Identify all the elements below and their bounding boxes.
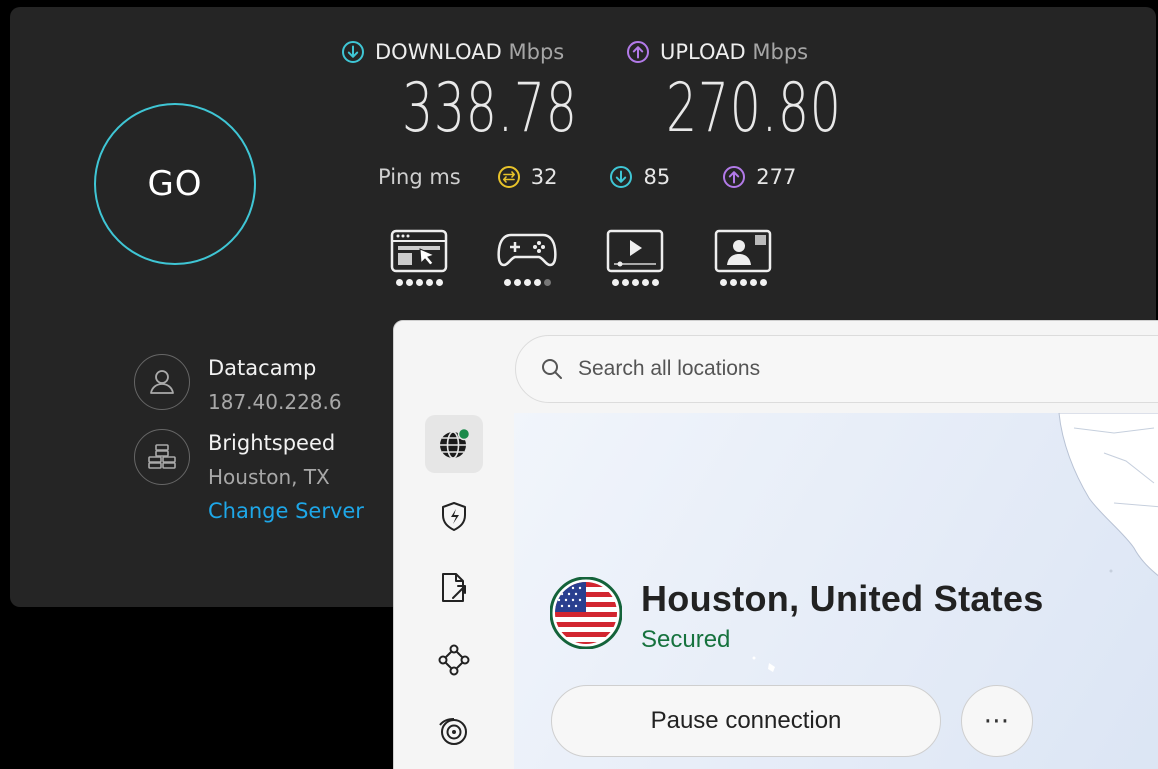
rating-dot-filled bbox=[395, 279, 403, 286]
change-server-link[interactable]: Change Server bbox=[208, 499, 364, 523]
file-share-icon bbox=[442, 573, 466, 602]
rating-dot-filled bbox=[641, 279, 649, 286]
rating-dot-filled bbox=[749, 279, 757, 286]
search-icon bbox=[542, 359, 562, 379]
video-call-icon bbox=[714, 229, 772, 273]
download-header: DOWNLOAD Mbps bbox=[341, 40, 564, 64]
go-button[interactable]: GO bbox=[94, 103, 256, 265]
server-location: Houston, TX bbox=[208, 465, 330, 489]
video-streaming-icon bbox=[606, 229, 664, 273]
download-label: DOWNLOAD bbox=[375, 40, 502, 64]
pause-connection-label: Pause connection bbox=[650, 707, 842, 734]
rating-dot-filled bbox=[759, 279, 767, 286]
upload-unit: Mbps bbox=[752, 40, 809, 64]
ping-idle-value: 32 bbox=[530, 165, 558, 189]
rating-dot-filled bbox=[719, 279, 727, 286]
ping-upload-value: 277 bbox=[756, 165, 797, 189]
rating-dot-filled bbox=[503, 279, 511, 286]
rating-dot-empty bbox=[543, 279, 551, 286]
ping-row: Ping ms 32 85 277 bbox=[378, 165, 796, 189]
sidebar-item-dark-web-monitor[interactable] bbox=[425, 703, 483, 761]
vpn-window: Houston, United States Secured Pause con… bbox=[393, 320, 1158, 769]
download-arrow-icon bbox=[610, 166, 633, 188]
rating-dot-filled bbox=[405, 279, 413, 286]
provider-name: Datacamp bbox=[208, 356, 317, 380]
ping-label: Ping ms bbox=[378, 165, 461, 189]
sidebar-item-file-share[interactable] bbox=[425, 559, 483, 617]
globe-icon bbox=[440, 427, 471, 459]
upload-value: 270.80 bbox=[666, 69, 842, 148]
rating-dot-filled bbox=[435, 279, 443, 286]
download-unit: Mbps bbox=[508, 40, 565, 64]
download-value: 338.78 bbox=[402, 69, 578, 148]
activity-gaming bbox=[497, 229, 557, 286]
server-icon bbox=[134, 429, 190, 485]
rating-dot-filled bbox=[631, 279, 639, 286]
sidebar-item-locations[interactable] bbox=[425, 415, 483, 473]
upload-header: UPLOAD Mbps bbox=[626, 40, 808, 64]
rating-dots bbox=[611, 279, 659, 286]
us-flag-icon bbox=[549, 576, 623, 650]
connection-status: Secured bbox=[641, 626, 731, 653]
more-options-button[interactable]: ⋯ bbox=[961, 685, 1033, 757]
ping-idle-icon bbox=[497, 166, 520, 188]
dark-web-monitor-icon bbox=[439, 718, 467, 745]
search-bar[interactable] bbox=[515, 335, 1158, 403]
provider-ip: 187.40.228.6 bbox=[208, 390, 342, 414]
rating-dot-filled bbox=[523, 279, 531, 286]
rating-dot-filled bbox=[651, 279, 659, 286]
upload-arrow-icon bbox=[723, 166, 746, 188]
more-options-icon: ⋯ bbox=[983, 706, 1011, 736]
server-info: Brightspeed Houston, TX Change Server bbox=[134, 429, 364, 523]
vpn-sidebar bbox=[394, 413, 514, 769]
download-arrow-icon bbox=[342, 41, 364, 63]
rating-dot-filled bbox=[739, 279, 747, 286]
provider-info: Datacamp 187.40.228.6 bbox=[134, 354, 342, 414]
meshnet-icon bbox=[438, 644, 470, 676]
server-name: Brightspeed bbox=[208, 431, 336, 455]
ping-download-value: 85 bbox=[643, 165, 671, 189]
sidebar-item-meshnet[interactable] bbox=[425, 631, 483, 689]
web-browsing-icon bbox=[390, 229, 448, 273]
rating-dot-filled bbox=[415, 279, 423, 286]
rating-dot-filled bbox=[513, 279, 521, 286]
activity-ratings bbox=[390, 229, 772, 286]
activity-web-browsing bbox=[390, 229, 448, 286]
activity-video-streaming bbox=[606, 229, 664, 286]
upload-label: UPLOAD bbox=[660, 40, 746, 64]
rating-dots bbox=[503, 279, 551, 286]
rating-dot-filled bbox=[533, 279, 541, 286]
threat-protection-icon bbox=[442, 502, 466, 531]
rating-dot-filled bbox=[611, 279, 619, 286]
ping-idle: 32 bbox=[497, 165, 558, 189]
sidebar-item-threat-protection[interactable] bbox=[425, 487, 483, 545]
rating-dot-filled bbox=[425, 279, 433, 286]
rating-dots bbox=[395, 279, 443, 286]
go-label: GO bbox=[147, 164, 203, 204]
rating-dot-filled bbox=[729, 279, 737, 286]
user-icon bbox=[134, 354, 190, 410]
ping-download: 85 bbox=[609, 165, 670, 189]
rating-dot-filled bbox=[621, 279, 629, 286]
gaming-icon bbox=[497, 233, 557, 267]
rating-dots bbox=[719, 279, 767, 286]
ping-upload: 277 bbox=[722, 165, 796, 189]
connection-location: Houston, United States bbox=[641, 578, 1044, 619]
pause-connection-button[interactable]: Pause connection bbox=[551, 685, 941, 757]
activity-video-call bbox=[714, 229, 772, 286]
search-input[interactable] bbox=[578, 357, 978, 381]
upload-arrow-icon bbox=[627, 41, 649, 63]
